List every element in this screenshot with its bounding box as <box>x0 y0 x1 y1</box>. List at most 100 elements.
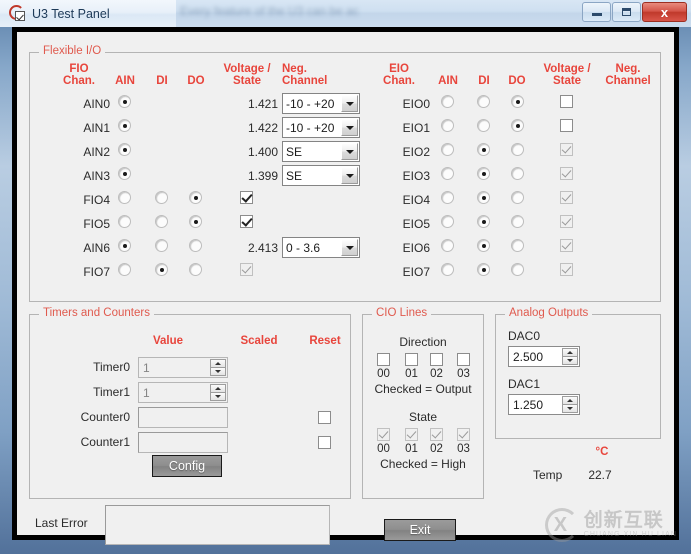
fio-state-checkbox-fio5[interactable] <box>240 215 253 228</box>
eio-ain-radio-eio1[interactable] <box>441 119 454 132</box>
timers-value-timer1[interactable]: 1 <box>139 383 210 402</box>
dac1-value[interactable]: 1.250 <box>509 395 562 414</box>
eio-ain-radio-eio3[interactable] <box>441 167 454 180</box>
eio-ain-radio-eio2[interactable] <box>441 143 454 156</box>
timers-reset-checkbox-counter0[interactable] <box>318 411 331 424</box>
eio-state-checkbox-eio6[interactable] <box>560 239 573 252</box>
dac0-spinner[interactable]: 2.500 <box>508 346 580 367</box>
fio-neg-channel-combo-ain6[interactable]: 0 - 3.6 <box>282 237 360 258</box>
eio-ain-radio-eio4[interactable] <box>441 191 454 204</box>
dac1-spin-up-icon[interactable] <box>562 396 578 404</box>
eio-ain-radio-eio6[interactable] <box>441 239 454 252</box>
dac1-spin-down-icon[interactable] <box>562 404 578 413</box>
eio-do-radio-eio5[interactable] <box>511 215 524 228</box>
eio-state-checkbox-eio0[interactable] <box>560 95 573 108</box>
fio-neg-channel-chevron-down-icon-ain3[interactable] <box>341 167 358 184</box>
fio-ain-radio-fio4[interactable] <box>118 191 131 204</box>
fio-neg-channel-combo-ain0[interactable]: -10 - +20 <box>282 93 360 114</box>
timers-value-spinner-timer1[interactable]: 1 <box>138 382 228 403</box>
eio-do-radio-eio3[interactable] <box>511 167 524 180</box>
cio-state-checkbox-03[interactable] <box>457 428 470 441</box>
timers-spin-down-icon-timer0[interactable] <box>210 367 226 376</box>
timers-spin-up-icon-timer1[interactable] <box>210 384 226 392</box>
eio-state-checkbox-eio1[interactable] <box>560 119 573 132</box>
fio-do-radio-fio5[interactable] <box>189 215 202 228</box>
cio-state-checkbox-01[interactable] <box>405 428 418 441</box>
fio-ain-radio-fio7[interactable] <box>118 263 131 276</box>
fio-do-radio-fio4[interactable] <box>189 191 202 204</box>
eio-di-radio-eio7[interactable] <box>477 263 490 276</box>
fio-di-radio-fio5[interactable] <box>155 215 168 228</box>
config-button[interactable]: Config <box>152 455 222 477</box>
dac1-spinner[interactable]: 1.250 <box>508 394 580 415</box>
minimize-button[interactable] <box>582 2 611 22</box>
cio-direction-checkbox-03[interactable] <box>457 353 470 366</box>
fio-ain-radio-ain0[interactable] <box>118 95 131 108</box>
eio-do-radio-eio4[interactable] <box>511 191 524 204</box>
timers-spin-down-icon-timer1[interactable] <box>210 392 226 401</box>
fio-do-radio-fio7[interactable] <box>189 263 202 276</box>
fio-ain-radio-ain2[interactable] <box>118 143 131 156</box>
exit-button[interactable]: Exit <box>384 519 456 541</box>
eio-neg-header-line1: Neg. <box>615 63 641 75</box>
fio-ain-radio-ain3[interactable] <box>118 167 131 180</box>
fio-neg-channel-combo-ain3[interactable]: SE <box>282 165 360 186</box>
dac1-spin-buttons[interactable] <box>562 396 578 413</box>
cio-state-checkbox-00[interactable] <box>377 428 390 441</box>
eio-ain-radio-eio5[interactable] <box>441 215 454 228</box>
fio-ain-radio-ain1[interactable] <box>118 119 131 132</box>
eio-state-checkbox-eio7[interactable] <box>560 263 573 276</box>
maximize-button[interactable] <box>612 2 641 22</box>
cio-state-checkbox-02[interactable] <box>430 428 443 441</box>
fio-di-radio-fio7[interactable] <box>155 263 168 276</box>
eio-state-checkbox-eio2[interactable] <box>560 143 573 156</box>
timers-spin-buttons-timer0[interactable] <box>210 359 226 376</box>
eio-do-radio-eio0[interactable] <box>511 95 524 108</box>
eio-di-radio-eio4[interactable] <box>477 191 490 204</box>
fio-do-radio-ain6[interactable] <box>189 239 202 252</box>
fio-neg-channel-chevron-down-icon-ain0[interactable] <box>341 95 358 112</box>
eio-do-radio-eio1[interactable] <box>511 119 524 132</box>
fio-ain-radio-fio5[interactable] <box>118 215 131 228</box>
eio-di-radio-eio1[interactable] <box>477 119 490 132</box>
fio-ain-radio-ain6[interactable] <box>118 239 131 252</box>
fio-neg-channel-chevron-down-icon-ain2[interactable] <box>341 143 358 160</box>
eio-do-radio-eio7[interactable] <box>511 263 524 276</box>
eio-di-radio-eio2[interactable] <box>477 143 490 156</box>
dac0-spin-up-icon[interactable] <box>562 348 578 356</box>
eio-di-radio-eio3[interactable] <box>477 167 490 180</box>
fio-state-checkbox-fio4[interactable] <box>240 191 253 204</box>
eio-ain-radio-eio0[interactable] <box>441 95 454 108</box>
eio-state-checkbox-eio3[interactable] <box>560 167 573 180</box>
timers-spin-up-icon-timer0[interactable] <box>210 359 226 367</box>
eio-di-radio-eio0[interactable] <box>477 95 490 108</box>
fio-state-checkbox-fio7[interactable] <box>240 263 253 276</box>
timers-value-field-counter0[interactable] <box>138 407 228 428</box>
fio-neg-channel-combo-ain2[interactable]: SE <box>282 141 360 162</box>
dac0-spin-down-icon[interactable] <box>562 356 578 365</box>
fio-di-radio-ain6[interactable] <box>155 239 168 252</box>
eio-state-checkbox-eio4[interactable] <box>560 191 573 204</box>
fio-neg-channel-combo-ain1[interactable]: -10 - +20 <box>282 117 360 138</box>
eio-do-radio-eio2[interactable] <box>511 143 524 156</box>
fio-neg-channel-chevron-down-icon-ain6[interactable] <box>341 239 358 256</box>
cio-direction-checkbox-02[interactable] <box>430 353 443 366</box>
cio-direction-checkbox-01[interactable] <box>405 353 418 366</box>
timers-reset-checkbox-counter1[interactable] <box>318 436 331 449</box>
last-error-field[interactable] <box>105 505 330 545</box>
timers-value-field-counter1[interactable] <box>138 432 228 453</box>
eio-di-radio-eio5[interactable] <box>477 215 490 228</box>
fio-neg-channel-chevron-down-icon-ain1[interactable] <box>341 119 358 136</box>
eio-state-checkbox-eio5[interactable] <box>560 215 573 228</box>
timers-spin-buttons-timer1[interactable] <box>210 384 226 401</box>
eio-di-radio-eio6[interactable] <box>477 239 490 252</box>
eio-ain-radio-eio7[interactable] <box>441 263 454 276</box>
timers-value-spinner-timer0[interactable]: 1 <box>138 357 228 378</box>
close-button[interactable]: x <box>642 2 687 22</box>
dac0-value[interactable]: 2.500 <box>509 347 562 366</box>
timers-value-timer0[interactable]: 1 <box>139 358 210 377</box>
fio-di-radio-fio4[interactable] <box>155 191 168 204</box>
dac0-spin-buttons[interactable] <box>562 348 578 365</box>
cio-direction-checkbox-00[interactable] <box>377 353 390 366</box>
eio-do-radio-eio6[interactable] <box>511 239 524 252</box>
